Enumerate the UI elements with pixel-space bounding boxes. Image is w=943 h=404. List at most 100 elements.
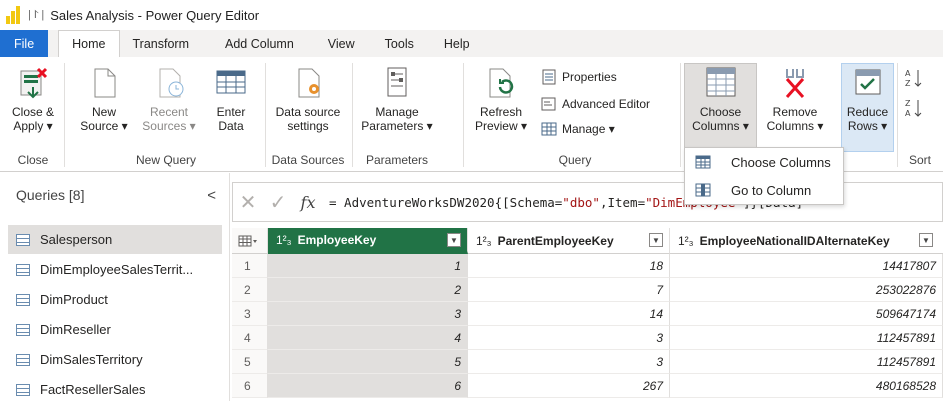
quick-access-toolbar[interactable]: | ⨡ | — [28, 9, 44, 22]
cell[interactable]: 1 — [268, 254, 468, 278]
manage-table-icon — [541, 122, 557, 136]
table-menu-icon — [238, 235, 257, 246]
row-number[interactable]: 2 — [232, 278, 268, 302]
row-number[interactable]: 5 — [232, 350, 268, 374]
reduce-rows-button[interactable]: Reduce Rows ▾ — [841, 65, 894, 133]
tab-tools[interactable]: Tools — [372, 30, 427, 57]
enter-data-button[interactable]: Enter Data — [208, 65, 254, 133]
cell[interactable]: 112457891 — [670, 326, 943, 350]
column-filter-dropdown-icon[interactable]: ▼ — [649, 233, 663, 247]
row-number[interactable]: 6 — [232, 374, 268, 398]
cancel-formula-icon[interactable]: ✕ — [233, 190, 263, 215]
properties-icon — [542, 69, 556, 85]
cell[interactable]: 14417807 — [670, 254, 943, 278]
manage-parameters-button[interactable]: Manage Parameters ▾ — [356, 65, 438, 133]
cell[interactable]: 4 — [268, 326, 468, 350]
cell[interactable]: 509647174 — [670, 302, 943, 326]
refresh-preview-line1: Refresh — [479, 105, 523, 119]
query-label: DimProduct — [40, 292, 108, 307]
query-item-dimreseller[interactable]: DimReseller — [8, 315, 222, 344]
row-number[interactable]: 3 — [232, 302, 268, 326]
group-label-close: Close — [17, 153, 49, 167]
close-apply-button[interactable]: Close & Apply ▾ — [8, 65, 58, 133]
group-label-data-sources: Data Sources — [271, 153, 345, 167]
window-title: Sales Analysis - Power Query Editor — [50, 7, 260, 23]
cell[interactable]: 14 — [468, 302, 670, 326]
new-source-icon — [94, 68, 116, 98]
column-filter-dropdown-icon[interactable]: ▼ — [447, 233, 461, 247]
cell[interactable]: 2 — [268, 278, 468, 302]
cell[interactable]: 253022876 — [670, 278, 943, 302]
close-apply-line2: Apply ▾ — [13, 119, 53, 133]
menu-item-go-to-column[interactable]: Go to Column — [685, 176, 843, 204]
tab-help[interactable]: Help — [431, 30, 483, 57]
manage-parameters-icon — [387, 67, 407, 97]
tab-home[interactable]: Home — [58, 30, 120, 57]
query-label: DimEmployeeSalesTerrit... — [40, 262, 194, 277]
cell[interactable]: 3 — [468, 350, 670, 374]
recent-sources-button[interactable]: Recent Sources ▾ — [140, 65, 198, 133]
column-name: EmployeeNationalIDAlternateKey — [699, 233, 890, 248]
tab-add-column[interactable]: Add Column — [212, 30, 307, 57]
formula-string: "dbo" — [562, 194, 600, 210]
collapse-pane-icon[interactable]: < — [207, 187, 216, 204]
query-item-salesperson[interactable]: Salesperson — [8, 225, 222, 254]
tab-transform[interactable]: Transform — [120, 30, 203, 57]
tab-file[interactable]: File — [0, 30, 49, 57]
queries-pane: Queries [8] < Salesperson DimEmployeeSal… — [0, 173, 230, 401]
new-source-line1: New — [91, 105, 116, 119]
row-number[interactable]: 1 — [232, 254, 268, 278]
choose-columns-button[interactable]: Choose Columns ▾ — [684, 65, 757, 133]
row-number[interactable]: 4 — [232, 326, 268, 350]
cell[interactable]: 18 — [468, 254, 670, 278]
menu-item-label: Choose Columns — [731, 154, 831, 170]
title-bar: | ⨡ | Sales Analysis - Power Query Edito… — [0, 0, 943, 30]
tab-view[interactable]: View — [315, 30, 368, 57]
table-icon — [16, 353, 30, 366]
group-separator — [897, 63, 898, 167]
table-menu-button[interactable] — [232, 228, 268, 254]
cell[interactable]: 480168528 — [670, 374, 943, 398]
query-item-factresellersales[interactable]: FactResellerSales — [8, 375, 222, 404]
data-source-settings-line1: Data source — [275, 105, 341, 119]
properties-label: Properties — [562, 70, 617, 84]
choose-columns-icon — [695, 155, 711, 169]
column-filter-dropdown-icon[interactable]: ▼ — [919, 233, 933, 247]
cell[interactable]: 7 — [468, 278, 670, 302]
confirm-formula-icon[interactable]: ✓ — [263, 190, 293, 215]
cell[interactable]: 112457891 — [670, 350, 943, 374]
table-icon — [16, 263, 30, 276]
remove-columns-icon — [785, 69, 805, 98]
menu-item-choose-columns[interactable]: Choose Columns — [685, 148, 843, 176]
column-header-employeekey[interactable]: 1²₃ EmployeeKey ▼ — [268, 228, 468, 254]
data-source-settings-button[interactable]: Data source settings — [270, 65, 346, 133]
enter-data-line2: Data — [218, 119, 244, 133]
refresh-preview-button[interactable]: Refresh Preview ▾ — [470, 65, 532, 133]
whole-number-type-icon[interactable]: 1²₃ — [678, 234, 694, 248]
manage-button[interactable]: Manage ▾ — [540, 120, 615, 138]
sort-descending-icon[interactable]: ZA — [904, 97, 924, 119]
cell[interactable]: 267 — [468, 374, 670, 398]
properties-button[interactable]: Properties — [540, 68, 617, 86]
sort-ascending-icon[interactable]: AZ — [904, 67, 924, 89]
fx-icon[interactable]: fx — [293, 193, 323, 212]
whole-number-type-icon[interactable]: 1²₃ — [276, 233, 292, 247]
remove-columns-button[interactable]: Remove Columns ▾ — [760, 65, 830, 133]
table-icon — [16, 293, 30, 306]
column-header-employeenationalidalternatekey[interactable]: 1²₃ EmployeeNationalIDAlternateKey ▼ — [670, 228, 943, 254]
whole-number-type-icon[interactable]: 1²₃ — [476, 234, 492, 248]
ribbon-tabs: File Home Transform Add Column View Tool… — [0, 30, 943, 57]
cell[interactable]: 3 — [268, 302, 468, 326]
data-source-settings-icon — [298, 68, 320, 98]
cell[interactable]: 5 — [268, 350, 468, 374]
query-label: DimSalesTerritory — [40, 352, 143, 367]
advanced-editor-button[interactable]: Advanced Editor — [540, 95, 650, 113]
query-item-dimproduct[interactable]: DimProduct — [8, 285, 222, 314]
column-header-parentemployeekey[interactable]: 1²₃ ParentEmployeeKey ▼ — [468, 228, 670, 254]
choose-columns-line2: Columns ▾ — [692, 119, 749, 133]
query-item-dimemployeesalesterritory[interactable]: DimEmployeeSalesTerrit... — [8, 255, 222, 284]
query-item-dimsalesterritory[interactable]: DimSalesTerritory — [8, 345, 222, 374]
cell[interactable]: 3 — [468, 326, 670, 350]
new-source-button[interactable]: New Source ▾ — [78, 65, 130, 133]
cell[interactable]: 6 — [268, 374, 468, 398]
